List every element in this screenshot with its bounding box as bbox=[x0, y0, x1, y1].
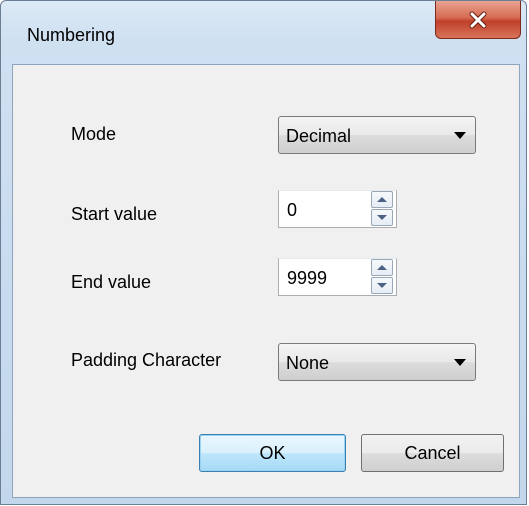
cancel-button[interactable]: Cancel bbox=[361, 434, 504, 472]
start-value-increment-button[interactable] bbox=[371, 191, 393, 208]
close-button[interactable] bbox=[435, 1, 521, 39]
dialog-client-area: Mode Decimal Start value 0 End value 999… bbox=[12, 64, 520, 498]
end-value-decrement-button[interactable] bbox=[371, 277, 393, 294]
padding-selected-value: None bbox=[286, 353, 330, 373]
padding-character-dropdown[interactable]: None bbox=[278, 343, 476, 381]
start-value-spinbox: 0 bbox=[278, 190, 397, 228]
end-value-text: 9999 bbox=[287, 268, 328, 288]
mode-label: Mode bbox=[71, 124, 117, 144]
chevron-down-icon bbox=[454, 132, 466, 139]
mode-selected-value: Decimal bbox=[286, 126, 352, 146]
dialog-window: Numbering Mode Decimal Start value 0 End… bbox=[0, 0, 527, 505]
end-value-label: End value bbox=[71, 272, 152, 292]
start-value-decrement-button[interactable] bbox=[371, 209, 393, 226]
end-value-spinbox: 9999 bbox=[278, 258, 397, 296]
chevron-down-icon bbox=[454, 359, 466, 366]
window-title: Numbering bbox=[27, 25, 116, 45]
start-value-label: Start value bbox=[71, 204, 158, 224]
close-icon bbox=[469, 11, 487, 28]
ok-button[interactable]: OK bbox=[199, 434, 346, 472]
start-value-text: 0 bbox=[287, 200, 298, 220]
padding-character-label: Padding Character bbox=[71, 350, 222, 370]
mode-dropdown[interactable]: Decimal bbox=[278, 116, 476, 154]
end-value-increment-button[interactable] bbox=[371, 259, 393, 276]
